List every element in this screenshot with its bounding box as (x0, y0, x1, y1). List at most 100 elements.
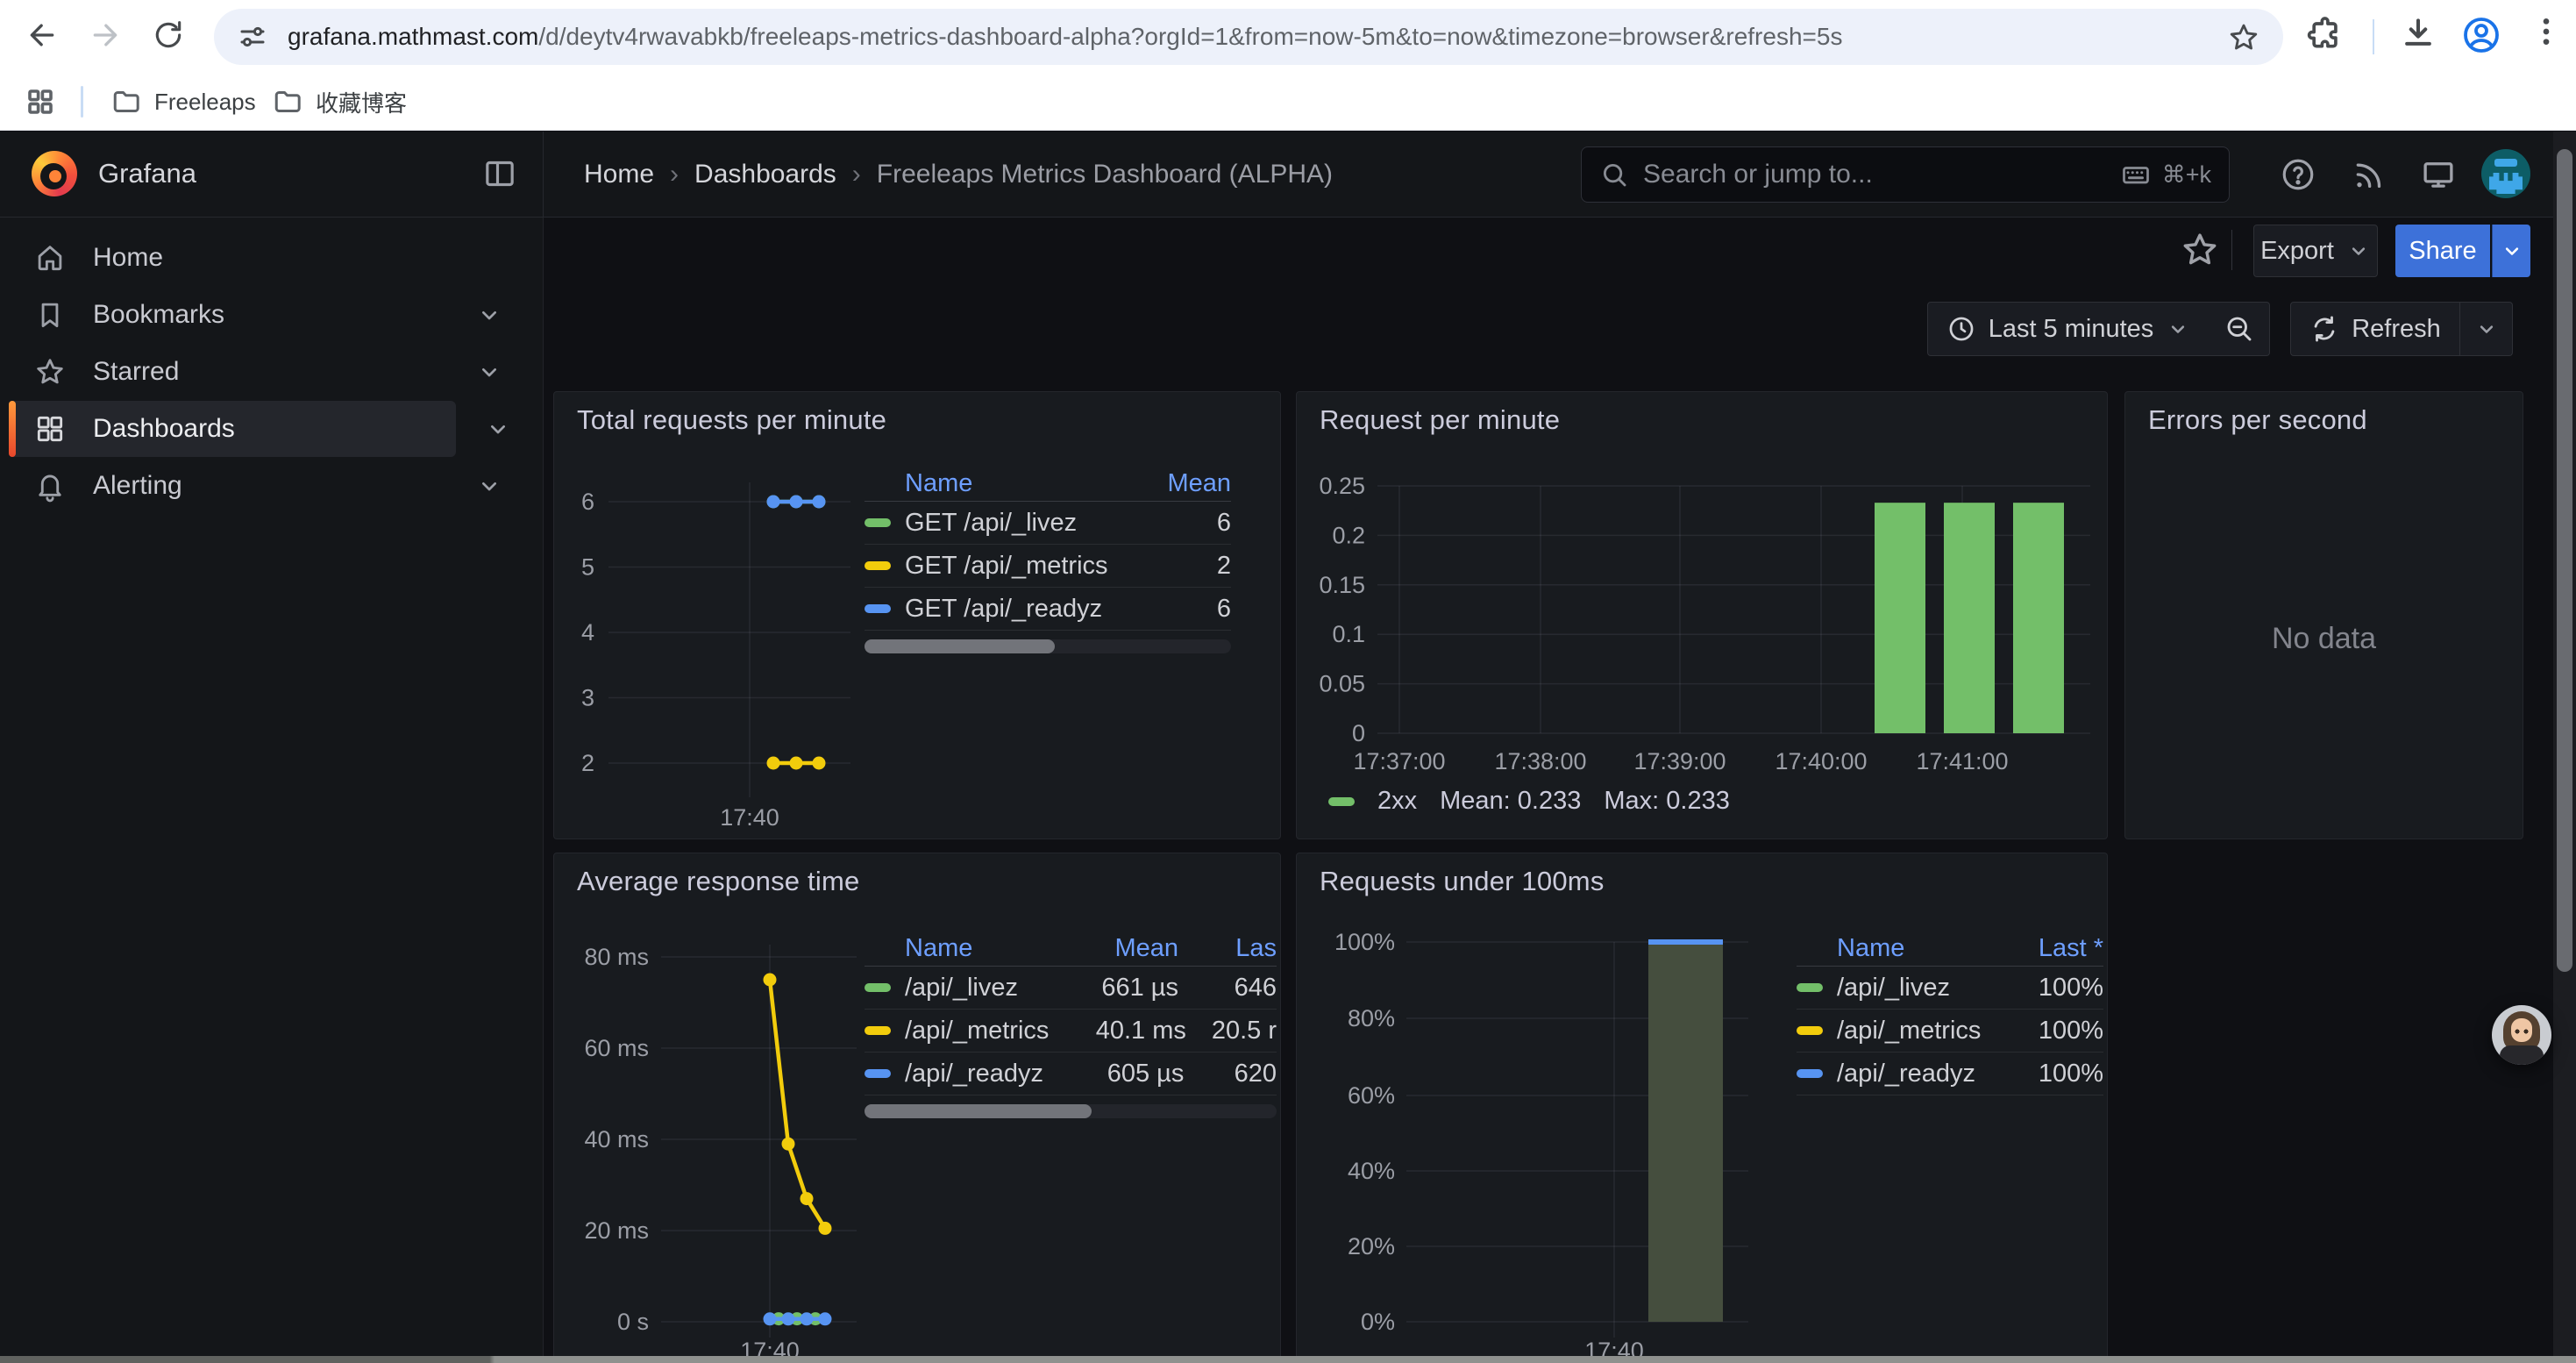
assistant-avatar-button[interactable] (2492, 1005, 2551, 1065)
kiosk-mode-button[interactable] (2416, 153, 2460, 196)
svg-text:17:41:00: 17:41:00 (1916, 748, 2008, 774)
series-name[interactable]: 2xx (1377, 787, 1417, 816)
legend-row[interactable]: /api/_livez 100% (1797, 967, 2103, 1010)
time-range-picker[interactable]: Last 5 minutes (1927, 302, 2210, 356)
series-swatch (1797, 983, 1823, 992)
profile-button[interactable] (2460, 14, 2502, 56)
legend-row[interactable]: GET /api/_metrics 2 (865, 545, 1231, 588)
svg-text:0.15: 0.15 (1319, 572, 1365, 598)
legend-scrollbar[interactable] (865, 1104, 1277, 1118)
avatar-face (2511, 1018, 2532, 1042)
panel-request-per-minute: Request per minute 0.250.20.150.10.05017… (1296, 391, 2108, 839)
svg-text:100%: 100% (1334, 929, 1395, 955)
refresh-label: Refresh (2352, 315, 2441, 344)
reload-icon (152, 18, 185, 52)
sidebar-item-label: Bookmarks (93, 300, 224, 330)
browser-menu-button[interactable] (2529, 14, 2564, 49)
page-scrollbar-thumb[interactable] (2557, 149, 2572, 972)
extensions-button[interactable] (2306, 14, 2345, 53)
legend-row[interactable]: GET /api/_livez 6 (865, 502, 1231, 545)
series-swatch (1797, 1069, 1823, 1078)
toolbar-divider (2373, 19, 2374, 54)
bookmarks-divider (81, 86, 83, 118)
bookmark-star-button[interactable] (2227, 21, 2260, 54)
series-name[interactable]: /api/_readyz (905, 1060, 1043, 1088)
url-bar[interactable]: grafana.mathmast.com/d/deytv4rwavabkb/fr… (214, 9, 2283, 65)
refresh-button[interactable]: Refresh (2290, 302, 2460, 356)
browser-forward-button[interactable] (81, 11, 130, 60)
legend-scrollbar[interactable] (865, 639, 1231, 653)
apps-button[interactable] (12, 81, 68, 123)
dashboard-star-button[interactable] (2180, 230, 2220, 270)
no-data-message: No data (2125, 622, 2523, 656)
series-name[interactable]: /api/_livez (1837, 974, 1950, 1003)
legend-header-mean[interactable]: Mean (1167, 469, 1231, 498)
legend-scrollbar-thumb[interactable] (865, 639, 1055, 653)
zoom-out-button[interactable] (2209, 302, 2270, 356)
series-swatch (865, 1069, 891, 1078)
legend-row[interactable]: /api/_metrics 40.1 ms 20.5 r (865, 1010, 1277, 1053)
legend-scrollbar-thumb[interactable] (865, 1104, 1092, 1118)
series-name[interactable]: /api/_readyz (1837, 1060, 1975, 1088)
search-input[interactable]: Search or jump to... ⌘+k (1581, 146, 2230, 203)
series-last: 100% (2039, 974, 2103, 1003)
svg-text:5: 5 (581, 554, 594, 581)
legend-header-name[interactable]: Name (1837, 934, 1904, 963)
folder-icon (272, 86, 303, 118)
sidebar-item-alerting[interactable]: Alerting (0, 458, 544, 514)
grafana-brand-label[interactable]: Grafana (98, 158, 196, 189)
series-name[interactable]: /api/_metrics (905, 1017, 1049, 1045)
zoom-out-icon (2224, 313, 2255, 345)
sidebar-item-label: Alerting (93, 471, 182, 501)
help-button[interactable] (2276, 153, 2320, 196)
svg-text:80%: 80% (1348, 1005, 1395, 1031)
browser-back-button[interactable] (18, 11, 67, 60)
legend-row[interactable]: /api/_readyz 100% (1797, 1053, 2103, 1095)
breadcrumb-home[interactable]: Home (584, 160, 654, 189)
grafana-header: Grafana Home › Dashboards › Freeleaps Me… (0, 132, 2553, 218)
user-avatar[interactable] (2481, 149, 2530, 198)
series-name[interactable]: /api/_metrics (1837, 1017, 1981, 1045)
legend-header-name[interactable]: Name (905, 934, 972, 963)
news-rss-button[interactable] (2346, 153, 2390, 196)
refresh-interval-dropdown[interactable] (2460, 302, 2513, 356)
share-dropdown-button[interactable] (2492, 225, 2530, 277)
share-label: Share (2409, 237, 2476, 266)
sidebar-item-dashboards[interactable]: Dashboards (9, 401, 456, 457)
home-icon (33, 241, 67, 275)
legend-row[interactable]: /api/_metrics 100% (1797, 1010, 2103, 1053)
series-name[interactable]: /api/_livez (905, 974, 1018, 1003)
folder-icon (110, 86, 142, 118)
legend-header-name[interactable]: Name (905, 469, 972, 498)
legend-row[interactable]: GET /api/_readyz 6 (865, 588, 1231, 631)
series-swatch (865, 518, 891, 527)
series-mean: 40.1 ms (1049, 1017, 1186, 1045)
panel-requests-under-100ms: Requests under 100ms 100%80%60%40%20%0%1… (1296, 853, 2108, 1363)
sidebar-item-starred[interactable]: Starred (0, 344, 544, 400)
share-button[interactable]: Share (2395, 225, 2490, 277)
legend-row[interactable]: /api/_livez 661 µs 646 (865, 967, 1277, 1010)
svg-text:3: 3 (581, 685, 594, 711)
series-name[interactable]: GET /api/_metrics (905, 552, 1108, 581)
series-name[interactable]: GET /api/_livez (905, 509, 1077, 538)
bookmark-folder-blogs[interactable]: 收藏博客 (260, 81, 419, 123)
legend-header-mean[interactable]: Mean (1029, 934, 1178, 963)
sidebar-toggle-button[interactable] (482, 156, 517, 191)
browser-reload-button[interactable] (144, 11, 193, 60)
legend-header-last[interactable]: Last * (2039, 934, 2103, 963)
grafana-logo[interactable] (32, 151, 77, 196)
breadcrumb-dashboards[interactable]: Dashboards (694, 160, 836, 189)
panel-title[interactable]: Errors per second (2148, 404, 2367, 436)
svg-text:6: 6 (581, 489, 594, 515)
downloads-button[interactable] (2399, 14, 2437, 53)
browser-toolbar: grafana.mathmast.com/d/deytv4rwavabkb/fr… (0, 0, 2576, 74)
export-button[interactable]: Export (2253, 225, 2378, 277)
bookmark-folder-freeleaps[interactable]: Freeleaps (98, 81, 268, 123)
sidebar-item-home[interactable]: Home (0, 230, 544, 286)
legend-table: Name Mean Las /api/_livez 661 µs 646 /ap… (865, 931, 1277, 1118)
horizontal-scrollbar[interactable] (0, 1356, 2576, 1363)
sidebar-item-bookmarks[interactable]: Bookmarks (0, 287, 544, 343)
legend-row[interactable]: /api/_readyz 605 µs 620 (865, 1053, 1277, 1095)
legend-header-last[interactable]: Las (1178, 934, 1277, 963)
series-name[interactable]: GET /api/_readyz (905, 595, 1102, 624)
